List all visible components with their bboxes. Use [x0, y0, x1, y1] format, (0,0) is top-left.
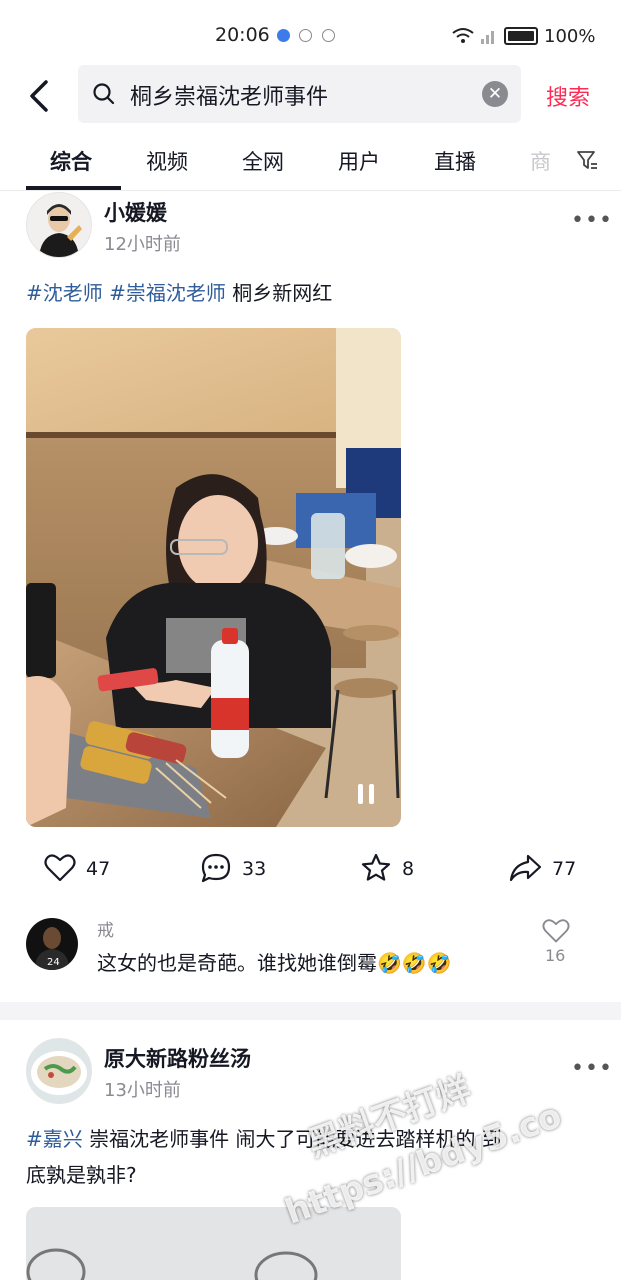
video-thumbnail[interactable] [26, 1207, 401, 1280]
post-divider [0, 1002, 621, 1020]
more-options-icon[interactable]: ••• [571, 1056, 613, 1081]
comment-icon[interactable] [200, 852, 232, 884]
author-name[interactable]: 原大新路粉丝汤 [104, 1043, 251, 1073]
status-right: 100% [452, 22, 595, 50]
post-caption: #沈老师 #崇福沈老师 桐乡新网红 [26, 275, 332, 311]
like-count: 47 [86, 858, 111, 880]
filter-icon[interactable] [575, 148, 599, 172]
comment-like-icon[interactable] [542, 918, 570, 944]
back-arrow-icon[interactable] [22, 76, 62, 116]
signal-icon [481, 31, 494, 44]
hashtag[interactable]: #崇福沈老师 [109, 281, 226, 305]
alert-icon [322, 29, 335, 42]
tab-shop[interactable]: 商 [530, 146, 551, 176]
commenter-name[interactable]: 戒 [97, 916, 114, 941]
hotspot-icon [299, 29, 312, 42]
comment-count: 33 [242, 858, 267, 880]
avatar[interactable] [26, 192, 92, 258]
share-count: 77 [552, 858, 577, 880]
favorite-count: 8 [402, 858, 415, 880]
search-button[interactable]: 搜索 [546, 80, 590, 112]
tab-video[interactable]: 视频 [146, 146, 188, 176]
post-time: 12小时前 [104, 234, 181, 255]
video-thumbnail[interactable] [26, 328, 401, 827]
comment-like-count: 16 [545, 946, 566, 965]
battery-icon [504, 27, 538, 45]
tab-live[interactable]: 直播 [434, 146, 476, 176]
comment-body: 这女的也是奇葩。谁找她谁倒霉 [97, 951, 377, 975]
tab-all-web[interactable]: 全网 [242, 146, 284, 176]
laughing-emoji-icon: 🤣🤣🤣 [377, 951, 452, 975]
search-query[interactable]: 桐乡崇福沈老师事件 [130, 79, 328, 111]
status-time: 20:06 [215, 24, 270, 46]
like-icon[interactable] [44, 853, 76, 883]
share-icon[interactable] [508, 853, 542, 883]
tab-comprehensive[interactable]: 综合 [50, 146, 92, 176]
avatar[interactable] [26, 1038, 92, 1104]
tabs-divider [0, 190, 621, 191]
search-icon [93, 83, 115, 105]
author-name[interactable]: 小媛媛 [104, 197, 167, 227]
svg-text:24: 24 [47, 957, 60, 968]
clear-icon[interactable]: ✕ [482, 81, 508, 107]
hashtag[interactable]: #沈老师 [26, 281, 103, 305]
hashtag[interactable]: #嘉兴 [26, 1127, 83, 1151]
commenter-avatar[interactable]: 24 [26, 918, 78, 970]
battery-level: 100% [544, 25, 596, 47]
post-time: 13小时前 [104, 1080, 181, 1101]
tab-users[interactable]: 用户 [338, 146, 380, 176]
more-options-icon[interactable]: ••• [571, 208, 613, 233]
wifi-icon [452, 28, 474, 43]
caption-text: 桐乡新网红 [232, 281, 333, 305]
comment-text: 这女的也是奇葩。谁找她谁倒霉🤣🤣🤣 [97, 947, 452, 976]
location-icon [277, 29, 290, 42]
favorite-star-icon[interactable] [360, 852, 392, 884]
